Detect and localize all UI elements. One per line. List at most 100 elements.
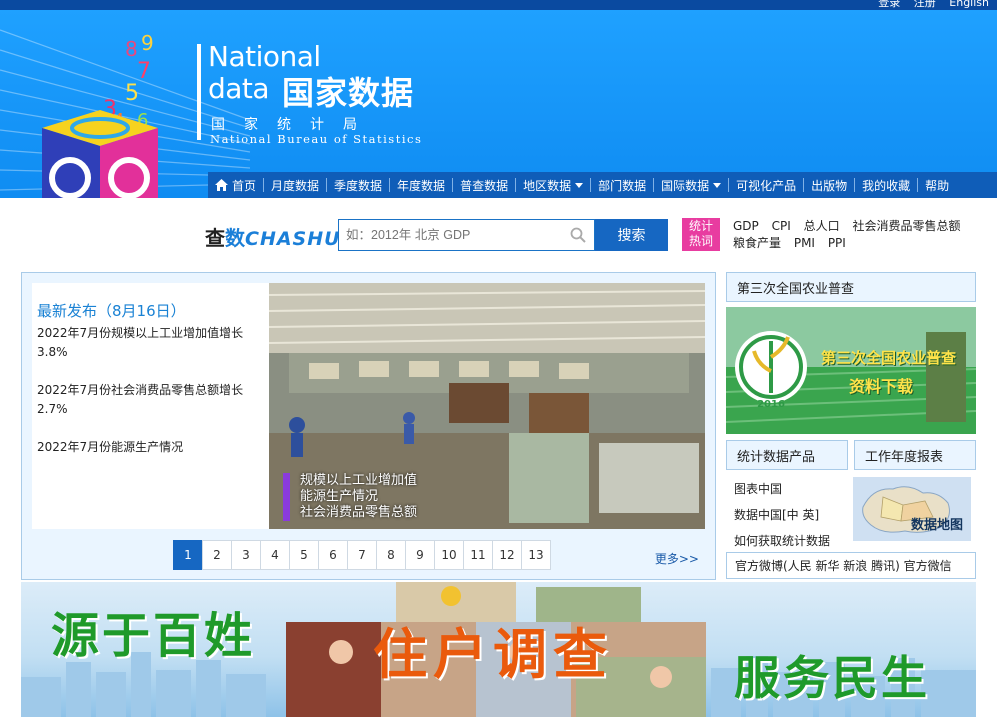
census-banner-subtitle: 资料下载	[849, 377, 914, 396]
logo-cn-text: 国家数据	[282, 74, 415, 112]
annual-report-title[interactable]: 工作年度报表	[854, 440, 976, 470]
carousel-pager: 1 2 3 4 5 6 7 8 9 10 11 12 13	[173, 540, 551, 570]
nav-item-label: 月度数据	[271, 178, 320, 193]
hot-word-link[interactable]: PPI	[828, 236, 846, 250]
page-button[interactable]: 9	[405, 540, 435, 570]
nav-item-label: 部门数据	[598, 178, 647, 193]
numeral: 9	[141, 31, 154, 55]
chevron-down-icon	[575, 182, 584, 188]
products-title[interactable]: 统计数据产品	[726, 440, 848, 470]
census-year-label: 2016	[757, 399, 785, 410]
map-label: 数据地图	[910, 518, 963, 533]
hot-words-list: GDP CPI 总人口 社会消费品零售总额 粮食产量 PMI PPI	[733, 218, 983, 252]
chashu-logo-cn2: 数	[225, 226, 245, 250]
caption-line: 社会消费品零售总额	[300, 505, 418, 520]
more-link[interactable]: 更多>>	[655, 550, 699, 567]
numeral: 7	[137, 59, 151, 84]
news-item-link[interactable]: 2022年7月份社会消费品零售总额增长2.7%	[37, 381, 252, 419]
top-strip: 登录 注册 English	[0, 0, 997, 10]
hot-word-link[interactable]: CPI	[772, 219, 791, 233]
nav-item-label: 可视化产品	[736, 178, 797, 193]
factory-photo[interactable]: 规模以上工业增加值 能源生产情况 社会消费品零售总额	[269, 283, 705, 529]
search-button[interactable]: 搜索	[595, 219, 668, 251]
page-button[interactable]: 12	[492, 540, 522, 570]
nav-item-departmental[interactable]: 部门数据	[591, 172, 653, 198]
nav-item-label: 地区数据	[523, 178, 572, 193]
product-links: 图表中国 数据中国[中 英] 如何获取统计数据	[734, 476, 830, 554]
nav-item-label: 出版物	[811, 178, 848, 193]
product-link[interactable]: 图表中国	[734, 476, 830, 502]
news-item-link[interactable]: 2022年7月份能源生产情况	[37, 438, 252, 457]
page: 登录 注册 English 8 9 7 5 3 1 4 6 2	[0, 0, 997, 717]
hot-word-link[interactable]: 总人口	[804, 219, 840, 233]
english-link[interactable]: English	[949, 0, 989, 9]
hot-word-link[interactable]: PMI	[794, 236, 815, 250]
census-download-banner[interactable]: 2016 第三次全国农业普查 资料下载	[726, 307, 976, 434]
search-input[interactable]	[339, 220, 559, 250]
nav-item-quarterly[interactable]: 季度数据	[327, 172, 389, 198]
chashu-logo: 查数CHASHU	[205, 222, 341, 251]
logo-cube-icon	[42, 110, 158, 198]
official-social-links[interactable]: 官方微博(人民 新华 新浪 腾讯) 官方微信	[726, 552, 976, 579]
banner-slogan-right: 服务民生	[734, 651, 930, 705]
nav-item-international[interactable]: 国际数据	[654, 172, 728, 198]
page-button[interactable]: 13	[521, 540, 551, 570]
register-link[interactable]: 注册	[914, 0, 936, 9]
home-icon	[215, 179, 228, 191]
nav-item-label: 季度数据	[334, 178, 383, 193]
nav-item-home[interactable]: 首页	[208, 172, 263, 198]
page-button[interactable]: 11	[463, 540, 493, 570]
hot-word-link[interactable]: 粮食产量	[733, 236, 781, 250]
page-button[interactable]: 2	[202, 540, 232, 570]
bureau-en-name: National Bureau of Statistics	[210, 132, 423, 146]
search-icon[interactable]	[570, 227, 586, 243]
nav-item-annual[interactable]: 年度数据	[390, 172, 452, 198]
census-banner-title: 第三次全国农业普查	[821, 349, 957, 367]
nav-item-visualization[interactable]: 可视化产品	[729, 172, 803, 198]
chashu-logo-en: CHASHU	[245, 228, 341, 250]
page-button[interactable]: 5	[289, 540, 319, 570]
nav-item-monthly[interactable]: 月度数据	[264, 172, 326, 198]
nav-item-help[interactable]: 帮助	[918, 172, 956, 198]
bureau-cn-name: 国家统计局	[211, 117, 376, 133]
news-item-link[interactable]: 2022年7月份规模以上工业增加值增长3.8%	[37, 324, 252, 362]
product-link[interactable]: 如何获取统计数据	[734, 528, 830, 554]
site-header: 8 9 7 5 3 1 4 6 2 National data 国家数据 国家统…	[0, 10, 997, 198]
census-banner-image: 2016	[726, 307, 976, 434]
caption-line: 能源生产情况	[300, 489, 379, 504]
census-section-title[interactable]: 第三次全国农业普查	[726, 272, 976, 302]
household-survey-banner[interactable]: 源于百姓 住户调查 服务民生	[21, 582, 976, 717]
latest-release-panel: 最新发布（8月16日） 2022年7月份规模以上工业增加值增长3.8% 2022…	[21, 272, 716, 580]
hot-word-link[interactable]: GDP	[733, 219, 759, 233]
photo-caption: 规模以上工业增加值 能源生产情况 社会消费品零售总额	[283, 473, 417, 521]
nav-item-label: 我的收藏	[862, 178, 911, 193]
page-button[interactable]: 7	[347, 540, 377, 570]
nav-item-label: 国际数据	[661, 178, 710, 193]
banner-slogan-middle: 住户调查	[373, 622, 613, 686]
nav-item-census[interactable]: 普查数据	[453, 172, 515, 198]
page-button[interactable]: 8	[376, 540, 406, 570]
hot-word-link[interactable]: 社会消费品零售总额	[852, 219, 960, 233]
account-links: 登录 注册 English	[868, 0, 989, 10]
nav-item-publications[interactable]: 出版物	[804, 172, 854, 198]
chashu-logo-cn1: 查	[205, 226, 225, 250]
nav-item-favorites[interactable]: 我的收藏	[855, 172, 917, 198]
search-box	[338, 219, 595, 251]
main-nav: 首页 月度数据 季度数据 年度数据 普查数据 地区数据 部门数据 国际数据 可视…	[208, 172, 997, 198]
nav-item-regional[interactable]: 地区数据	[516, 172, 590, 198]
chevron-down-icon	[713, 182, 722, 188]
product-link[interactable]: 数据中国[中 英]	[734, 502, 830, 528]
hot-badge-line: 统计	[688, 219, 713, 233]
page-button[interactable]: 10	[434, 540, 464, 570]
news-title: 最新发布（8月16日）	[37, 302, 186, 320]
page-button[interactable]: 6	[318, 540, 348, 570]
page-button[interactable]: 4	[260, 540, 290, 570]
logo-divider	[197, 44, 201, 140]
hot-badge-line: 热词	[688, 234, 713, 248]
page-button[interactable]: 1	[173, 540, 203, 570]
data-map-button[interactable]: 数据地图	[853, 477, 971, 541]
login-link[interactable]: 登录	[878, 0, 900, 9]
nav-item-label: 普查数据	[460, 178, 509, 193]
page-button[interactable]: 3	[231, 540, 261, 570]
caption-line: 规模以上工业增加值	[300, 473, 418, 488]
